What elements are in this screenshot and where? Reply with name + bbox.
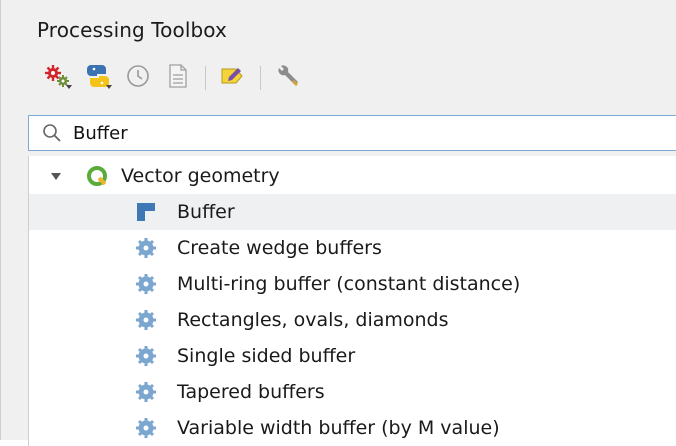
tree-item-rectangles-ovals-diamonds[interactable]: Rectangles, ovals, diamonds — [29, 302, 676, 338]
search-box[interactable] — [28, 115, 676, 151]
scripts-button[interactable] — [81, 61, 115, 95]
item-label: Multi-ring buffer (constant distance) — [177, 273, 521, 295]
algorithm-gear-icon — [133, 415, 159, 441]
history-clock-icon — [125, 63, 151, 93]
group-label: Vector geometry — [121, 165, 280, 187]
tree-group-vector-geometry[interactable]: Vector geometry — [29, 158, 676, 194]
tree-item-buffer[interactable]: Buffer — [29, 194, 676, 230]
tree-item-create-wedge-buffers[interactable]: Create wedge buffers — [29, 230, 676, 266]
toolbox-toolbar — [41, 60, 311, 96]
qgis-logo-icon — [85, 164, 109, 188]
item-label: Variable width buffer (by M value) — [177, 417, 500, 439]
item-label: Create wedge buffers — [177, 237, 382, 259]
options-wrench-icon — [274, 63, 302, 93]
options-button[interactable] — [271, 61, 305, 95]
item-label: Tapered buffers — [177, 381, 325, 403]
algorithm-gear-icon — [133, 343, 159, 369]
search-input[interactable] — [69, 118, 633, 148]
item-label: Rectangles, ovals, diamonds — [177, 309, 449, 331]
item-label: Buffer — [177, 201, 235, 223]
toolbar-separator — [205, 66, 206, 90]
buffer-tool-icon — [133, 199, 159, 225]
algorithm-gear-icon — [133, 235, 159, 261]
expand-arrow-icon[interactable] — [51, 172, 61, 180]
item-label: Single sided buffer — [177, 345, 356, 367]
results-viewer-button[interactable] — [161, 61, 195, 95]
algorithm-gear-icon — [133, 379, 159, 405]
dropdown-arrow-icon — [106, 85, 112, 89]
tree-item-multi-ring-buffer[interactable]: Multi-ring buffer (constant distance) — [29, 266, 676, 302]
history-button[interactable] — [121, 61, 155, 95]
dropdown-arrow-icon — [66, 85, 72, 89]
algorithm-gear-icon — [133, 271, 159, 297]
algorithm-gear-icon — [133, 307, 159, 333]
tree-item-variable-width-buffer[interactable]: Variable width buffer (by M value) — [29, 410, 676, 446]
algorithm-tree: Vector geometry Buffer Create wedge buff… — [28, 156, 676, 446]
panel-title: Processing Toolbox — [37, 18, 227, 42]
processing-toolbox-panel: Processing Toolbox Buffer Vector geometr… — [0, 0, 676, 446]
search-icon — [35, 116, 69, 150]
edit-in-place-icon — [219, 63, 247, 93]
models-button[interactable] — [41, 61, 75, 95]
tree-item-single-sided-buffer[interactable]: Single sided buffer — [29, 338, 676, 374]
edit-in-place-button[interactable] — [216, 61, 250, 95]
tree-item-tapered-buffers[interactable]: Tapered buffers — [29, 374, 676, 410]
results-document-icon — [167, 63, 189, 93]
toolbar-separator — [260, 66, 261, 90]
